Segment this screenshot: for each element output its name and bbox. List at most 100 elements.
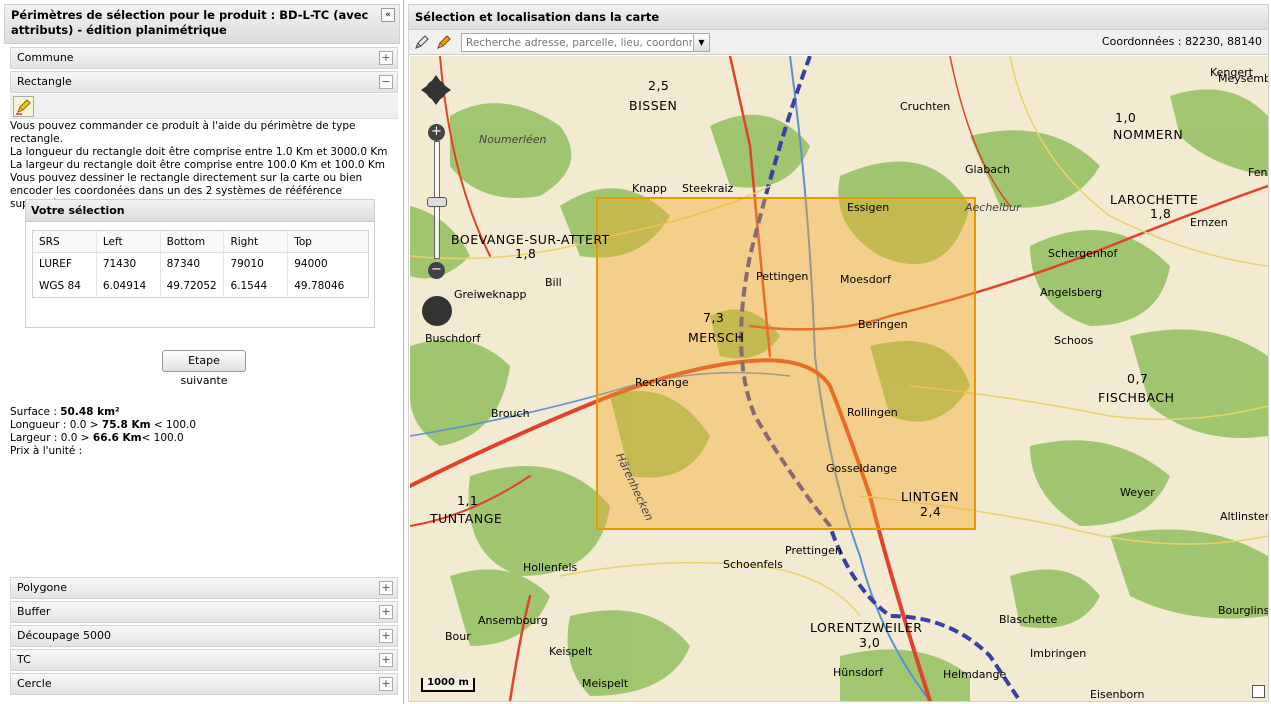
table-row[interactable]: LUREF 71430 87340 79010 94000 — [33, 253, 368, 275]
draw-tool-icon[interactable] — [435, 33, 453, 51]
collapse-panel-button[interactable]: « — [381, 8, 395, 22]
expand-icon[interactable]: + — [379, 653, 393, 667]
instructions: Vous pouvez commander ce produit à l'aid… — [10, 120, 398, 211]
accordion-cercle[interactable]: Cercle + — [10, 673, 398, 695]
column-header[interactable]: SRS — [33, 231, 97, 252]
cell-bottom[interactable]: 49.72052 — [161, 275, 225, 297]
map-toolbar: ▼ Coordonnées : 82230, 88140 — [409, 30, 1268, 55]
cell-left[interactable]: 6.04914 — [97, 275, 161, 297]
place-label: Rollingen — [847, 406, 898, 419]
place-label: Buschdorf — [425, 332, 481, 345]
accordion-label: Découpage 5000 — [17, 629, 111, 642]
commune-number: 2,4 — [920, 504, 942, 519]
place-label: Eisenborn — [1090, 688, 1145, 701]
table-row[interactable]: WGS 84 6.04914 49.72052 6.1544 49.78046 — [33, 275, 368, 297]
map-canvas[interactable]: BISSEN Cruchten NOMMERN LAROCHETTE BOEVA… — [410, 56, 1268, 701]
cell-left[interactable]: 71430 — [97, 253, 161, 275]
street-view-icon[interactable] — [422, 296, 452, 326]
place-label: Greiweknapp — [454, 288, 527, 301]
commune-number: 3,0 — [859, 635, 881, 650]
place-label: Steekraiz — [682, 182, 734, 195]
collapse-icon[interactable]: − — [379, 75, 393, 89]
expand-icon[interactable]: + — [379, 51, 393, 65]
cell-right[interactable]: 79010 — [224, 253, 289, 275]
place-label: Aechelbur — [965, 201, 1021, 214]
place-label: Angelsberg — [1040, 286, 1103, 299]
place-label: Schoenfels — [723, 558, 783, 571]
resize-icon[interactable] — [1252, 685, 1265, 698]
zoom-slider-handle[interactable] — [427, 197, 447, 207]
place-label: Schergenhof — [1048, 247, 1118, 260]
commune-number: 1,1 — [457, 493, 479, 508]
place-label: NOMMERN — [1113, 127, 1184, 142]
place-label: Bour — [445, 630, 471, 643]
pan-control-icon[interactable] — [419, 73, 453, 107]
place-label: Moesdorf — [840, 273, 891, 286]
place-label: Fenstersdall — [1248, 166, 1268, 179]
expand-icon[interactable]: + — [379, 629, 393, 643]
accordion-polygone[interactable]: Polygone + — [10, 577, 398, 599]
cell-right[interactable]: 6.1544 — [224, 275, 289, 297]
grid-header: SRS Left Bottom Right Top — [33, 231, 368, 253]
instruction-line: La largeur du rectangle doit être compri… — [10, 159, 386, 171]
place-label: LINTGEN — [901, 489, 960, 504]
place-label: Brouch — [491, 407, 530, 420]
commune-number: 0,7 — [1127, 371, 1149, 386]
column-header[interactable]: Top — [288, 231, 368, 252]
coordinates-grid: SRS Left Bottom Right Top LUREF 71430 87… — [32, 230, 369, 298]
place-label: Prettingen — [785, 544, 842, 557]
expand-icon[interactable]: + — [379, 581, 393, 595]
accordion-label: Polygone — [17, 581, 67, 594]
place-label: Imbringen — [1030, 647, 1087, 660]
place-label: Meysembourg — [1218, 72, 1268, 85]
cell-srs: LUREF — [33, 253, 97, 275]
place-label: TUNTANGE — [430, 511, 503, 526]
commune-number: 1,8 — [515, 246, 537, 261]
draw-rectangle-button[interactable] — [13, 96, 34, 117]
search-dropdown-button[interactable]: ▼ — [693, 33, 710, 52]
accordion-buffer[interactable]: Buffer + — [10, 601, 398, 623]
rectangle-toolbar — [10, 94, 398, 119]
column-header[interactable]: Right — [224, 231, 289, 252]
place-label: Knapp — [632, 182, 667, 195]
place-label: Gosseldange — [826, 462, 897, 475]
selection-stats: Surface : 50.48 km² Longueur : 0.0 > 75.… — [10, 406, 196, 458]
surface-value: 50.48 km² — [60, 406, 120, 418]
surface-line: Surface : 50.48 km² — [10, 406, 120, 418]
column-header[interactable]: Bottom — [161, 231, 225, 252]
accordion-commune[interactable]: Commune + — [10, 47, 398, 69]
place-label: Noumerléen — [479, 133, 547, 146]
accordion-label: Rectangle — [17, 75, 72, 88]
zoom-in-button[interactable]: + — [428, 124, 445, 141]
column-header[interactable]: Left — [97, 231, 161, 252]
expand-icon[interactable]: + — [379, 677, 393, 691]
expand-icon[interactable]: + — [379, 605, 393, 619]
place-label: BISSEN — [629, 98, 678, 113]
zoom-out-button[interactable]: − — [428, 262, 445, 279]
selection-panel: Votre sélection SRS Left Bottom Right To… — [25, 199, 375, 328]
place-label: Meispelt — [582, 677, 629, 690]
location-search-input[interactable] — [461, 33, 697, 52]
selection-rectangle[interactable] — [596, 197, 976, 530]
cell-top[interactable]: 49.78046 — [288, 275, 368, 297]
place-label: BOEVANGE-SUR-ATTERT — [451, 232, 610, 247]
next-step-button[interactable]: Etape suivante — [162, 350, 246, 387]
place-label: Ansembourg — [478, 614, 548, 627]
accordion-tc[interactable]: TC + — [10, 649, 398, 671]
commune-number: 1,8 — [1150, 206, 1172, 221]
cell-bottom[interactable]: 87340 — [161, 253, 225, 275]
cell-top[interactable]: 94000 — [288, 253, 368, 275]
measure-tool-icon[interactable] — [413, 33, 431, 51]
place-label: Keispelt — [549, 645, 593, 658]
place-label: Schoos — [1054, 334, 1094, 347]
selection-perimeter-panel: Périmètres de sélection pour le produit … — [0, 0, 404, 704]
place-label: Hünsdorf — [833, 666, 884, 679]
price-line: Prix à l'unité : — [10, 445, 83, 457]
place-label: Glabach — [965, 163, 1011, 176]
pencil-icon — [16, 99, 31, 115]
cell-srs: WGS 84 — [33, 275, 97, 297]
accordion-decoupage-5000[interactable]: Découpage 5000 + — [10, 625, 398, 647]
place-label: Ernzen — [1190, 216, 1228, 229]
accordion-label: Buffer — [17, 605, 51, 618]
accordion-rectangle[interactable]: Rectangle − — [10, 71, 398, 93]
